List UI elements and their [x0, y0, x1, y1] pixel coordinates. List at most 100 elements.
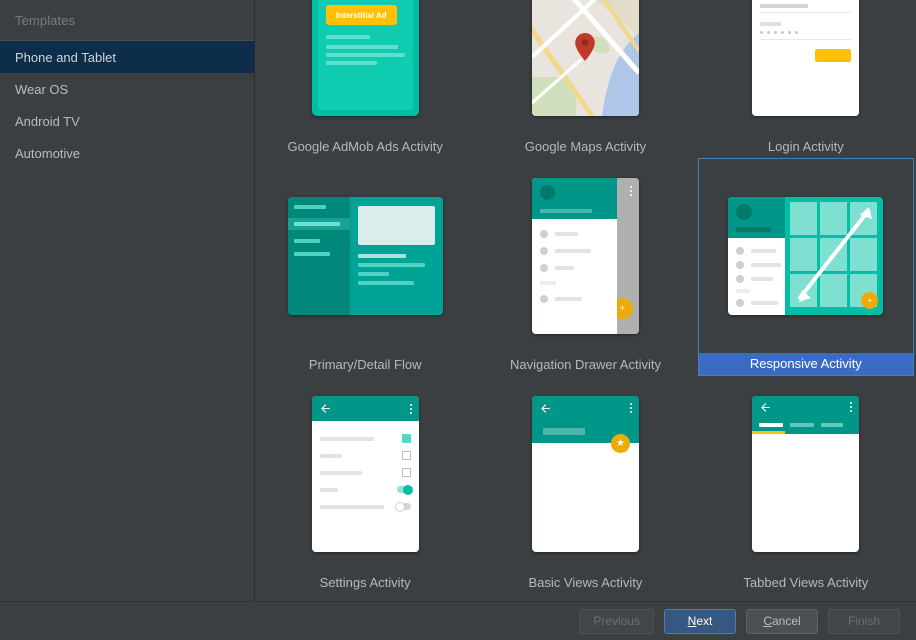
item-label-bar: [555, 249, 591, 253]
row-label-bar: [320, 454, 342, 458]
admob-line: [326, 45, 398, 49]
template-card-primary-detail-flow[interactable]: Primary/Detail Flow: [255, 158, 475, 376]
tab-item[interactable]: [821, 423, 843, 427]
previous-button[interactable]: Previous: [579, 609, 654, 634]
account-name-bar: [540, 209, 592, 213]
item-label-bar: [751, 263, 781, 267]
template-card-label: Settings Activity: [257, 572, 473, 594]
tab-item[interactable]: [759, 423, 783, 427]
sidebar-header: Templates: [0, 0, 254, 40]
sidebar-item-android-tv[interactable]: Android TV: [0, 105, 254, 137]
tabbed-preview: [752, 396, 859, 552]
overflow-menu-icon: [630, 403, 632, 413]
password-label-bar: [760, 22, 781, 26]
interstitial-ad-button: Interstitial Ad: [326, 5, 397, 25]
finish-button-label: Finish: [848, 614, 880, 628]
settings-row: [320, 464, 411, 481]
app-bar-with-tabs: [752, 396, 859, 434]
detail-line: [358, 281, 414, 285]
template-thumbnail: +: [477, 158, 693, 354]
list-divider: [736, 289, 750, 293]
responsive-preview: +: [728, 197, 883, 315]
template-card-responsive[interactable]: + Responsive Activity: [696, 158, 916, 376]
template-card-inner: Tabbed Views Activity: [698, 376, 914, 594]
template-card-label: Primary/Detail Flow: [257, 354, 473, 376]
settings-preview: [312, 396, 419, 552]
settings-row: [320, 498, 411, 515]
cancel-button[interactable]: Cancel: [746, 609, 818, 634]
template-card-label: Google AdMob Ads Activity: [257, 136, 473, 158]
toggle-switch-off: [397, 503, 411, 510]
settings-list: [312, 421, 419, 552]
overflow-menu-icon: [630, 186, 632, 196]
template-thumbnail: +: [699, 159, 913, 353]
toggle-switch-on: [397, 486, 411, 493]
template-card-basic-views[interactable]: ★ Basic Views Activity: [475, 376, 695, 594]
tab-item[interactable]: [790, 423, 814, 427]
template-card-label: Basic Views Activity: [477, 572, 693, 594]
list-item: [728, 244, 785, 258]
finish-button[interactable]: Finish: [828, 609, 900, 634]
drawer-header: [532, 178, 617, 219]
dialog-footer: Previous Next Cancel Finish: [0, 601, 916, 640]
template-card-admob[interactable]: Interstitial Ad Google AdMob Ads Activit…: [255, 0, 475, 158]
back-arrow-icon: [319, 402, 332, 415]
responsive-content-pane: +: [785, 197, 883, 315]
sidebar-item-phone-and-tablet[interactable]: Phone and Tablet: [0, 41, 254, 73]
detail-image: [358, 206, 435, 245]
login-preview: [752, 0, 859, 116]
template-grid: Interstitial Ad Google AdMob Ads Activit…: [255, 0, 916, 594]
detail-line: [358, 272, 389, 276]
app-bar: [752, 396, 859, 418]
sidebar-item-wear-os[interactable]: Wear OS: [0, 73, 254, 105]
next-button[interactable]: Next: [664, 609, 736, 634]
settings-row: [320, 447, 411, 464]
next-button-label: Next: [688, 614, 713, 628]
template-card-navigation-drawer[interactable]: +: [475, 158, 695, 376]
template-gallery[interactable]: Interstitial Ad Google AdMob Ads Activit…: [255, 0, 916, 601]
template-card-label: Login Activity: [698, 136, 914, 158]
maps-preview: [532, 0, 639, 116]
template-card-inner: +: [477, 158, 693, 376]
sidebar-item-automotive[interactable]: Automotive: [0, 137, 254, 169]
sidebar-item-label: Phone and Tablet: [15, 50, 116, 65]
detail-line: [358, 263, 425, 267]
drawer-divider: [540, 281, 556, 285]
template-card-label: Navigation Drawer Activity: [477, 354, 693, 376]
primary-pane: [288, 197, 350, 315]
item-icon: [540, 230, 548, 238]
cancel-button-label: Cancel: [763, 614, 800, 628]
templates-sidebar: Templates Phone and Tablet Wear OS Andro…: [0, 0, 255, 601]
nav-drawer-preview: +: [532, 178, 639, 334]
admob-line: [326, 53, 405, 57]
tab-bar[interactable]: [752, 418, 859, 431]
drawer-item: [532, 242, 617, 259]
list-row: [294, 252, 330, 256]
template-card-settings[interactable]: Settings Activity: [255, 376, 475, 594]
item-label-bar: [751, 301, 778, 305]
checkbox-checked-icon: [402, 434, 411, 443]
template-thumbnail: [477, 0, 693, 136]
template-card-inner: + Responsive Activity: [698, 158, 914, 376]
item-icon: [736, 299, 744, 307]
template-card-label: Tabbed Views Activity: [698, 572, 914, 594]
template-thumbnail: ★: [477, 376, 693, 572]
item-icon: [540, 264, 548, 272]
checkbox-icon: [402, 451, 411, 460]
avatar: [736, 204, 752, 220]
drawer-item: [532, 290, 617, 307]
tab-indicator: [752, 431, 785, 434]
settings-row: [320, 481, 411, 498]
item-icon: [736, 261, 744, 269]
item-label-bar: [555, 297, 582, 301]
username-underline: [760, 12, 851, 13]
row-label-bar: [320, 488, 338, 492]
template-card-login[interactable]: Login Activity: [696, 0, 916, 158]
template-thumbnail: [257, 158, 473, 354]
item-label-bar: [751, 249, 776, 253]
password-underline: [760, 39, 851, 40]
template-card-google-maps[interactable]: Google Maps Activity: [475, 0, 695, 158]
checkbox-icon: [402, 468, 411, 477]
back-arrow-icon: [759, 401, 772, 414]
template-card-tabbed-views[interactable]: Tabbed Views Activity: [696, 376, 916, 594]
